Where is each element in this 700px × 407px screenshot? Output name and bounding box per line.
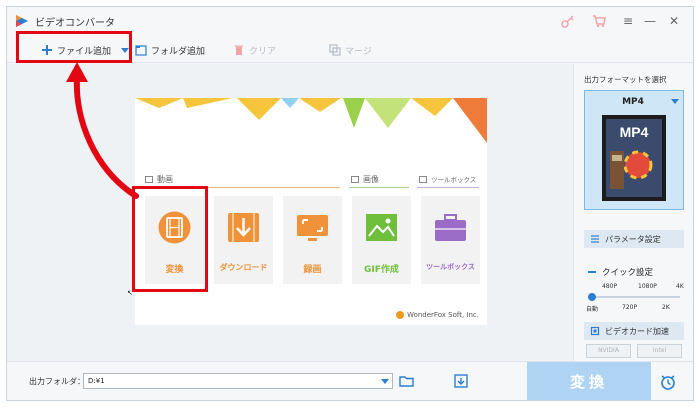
clear-label: クリア (249, 46, 277, 57)
section-video: 動画 (145, 174, 173, 185)
quick-label-auto: 自動 (586, 306, 599, 313)
quick-settings-title: クイック設定 (588, 266, 653, 278)
parameter-settings-button[interactable]: パラメータ設定 (584, 230, 684, 248)
output-format-heading: 出力フォーマットを選択 (584, 75, 667, 84)
screen-record-icon (297, 215, 328, 241)
output-folder-path: D:¥1 (88, 377, 105, 385)
quick-label-720p: 720P (622, 304, 638, 311)
image-section-line (349, 187, 409, 188)
quick-settings-knob[interactable] (588, 293, 596, 301)
brand-footer: WonderFox Soft, Inc. (396, 311, 479, 319)
quick-settings-icon (588, 271, 596, 273)
quick-settings-slider[interactable] (588, 293, 680, 301)
quick-label-480p: 480P (602, 283, 618, 290)
image-section-icon (351, 176, 359, 183)
import-icon[interactable] (453, 373, 469, 389)
add-file-button[interactable]: ファイル追加 (41, 41, 130, 59)
format-selector[interactable]: MP4 MP4 (584, 90, 684, 210)
output-format-panel: 出力フォーマットを選択 MP4 MP4 パラメータ設定 クイック設定 480P … (573, 64, 693, 361)
toolbox-section-line (417, 187, 479, 188)
convert-button[interactable]: 変換 (527, 362, 651, 400)
tile-convert-label: 変換 (165, 265, 184, 275)
film-icon (158, 211, 191, 244)
add-folder-button[interactable]: フォルダ追加 (135, 41, 205, 59)
video-section-line (143, 187, 340, 188)
close-icon[interactable]: ✕ (665, 12, 683, 30)
chip-icon (590, 326, 600, 336)
merge-icon (329, 44, 341, 56)
format-name: MP4 (622, 97, 644, 107)
plus-icon (42, 45, 52, 55)
tile-download[interactable]: ダウンロード (214, 196, 273, 284)
sliders-icon (591, 235, 599, 243)
bottom-bar: 出力フォルダ： D:¥1 変換 (7, 361, 693, 400)
download-icon (228, 213, 259, 242)
add-folder-label: フォルダ追加 (151, 46, 206, 57)
quick-settings-label: クイック設定 (602, 268, 654, 278)
tile-record[interactable]: 録画 (283, 196, 342, 284)
merge-button[interactable]: マージ (329, 41, 372, 59)
quick-label-4k: 4K (676, 283, 684, 290)
clear-button[interactable]: クリア (233, 41, 276, 59)
tile-gif[interactable]: GIF作成 (352, 196, 411, 284)
brand-text: WonderFox Soft, Inc. (407, 311, 479, 319)
alarm-clock-icon[interactable] (659, 373, 677, 391)
quick-label-2k: 2K (662, 304, 670, 311)
image-icon (366, 214, 397, 241)
mouse-cursor-icon: ↖ (127, 289, 133, 297)
intel-chip[interactable]: Intel (637, 344, 682, 358)
video-section-icon (145, 176, 153, 183)
toolbox-section-icon (419, 175, 427, 183)
section-image: 画像 (351, 174, 379, 185)
chevron-down-icon (671, 99, 679, 104)
section-video-label: 動画 (157, 175, 173, 184)
section-toolbox: ツールボックス (419, 174, 476, 184)
parameter-settings-label: パラメータ設定 (605, 234, 661, 244)
title-bar: ビデオコンバータ ≡ — ✕ (7, 7, 693, 36)
tile-toolbox-label: ツールボックス (426, 263, 475, 271)
output-folder-label: 出力フォルダ： (29, 377, 85, 386)
tile-toolbox[interactable]: ツールボックス (421, 196, 480, 284)
decorative-banner (135, 98, 487, 143)
cart-icon[interactable] (591, 13, 607, 29)
folder-add-icon (135, 45, 147, 56)
thumb-text: MP4 (620, 124, 649, 140)
window-title: ビデオコンバータ (35, 18, 115, 29)
add-file-label: ファイル追加 (57, 46, 112, 57)
welcome-panel: 動画 画像 ツールボックス 変換 ダウンロード 録画 GIF作成 ツールボックス… (135, 98, 487, 325)
app-window: ビデオコンバータ ≡ — ✕ ファイル追加 フォルダ追加 クリア マージ 動画 … (6, 6, 694, 401)
section-image-label: 画像 (363, 175, 379, 184)
menu-icon[interactable]: ≡ (619, 12, 637, 30)
toolbox-icon (435, 214, 466, 241)
tile-record-label: 録画 (303, 265, 322, 275)
merge-label: マージ (345, 46, 372, 57)
tile-convert[interactable]: 変換 (145, 196, 204, 284)
wonderfox-logo-icon (396, 311, 405, 319)
app-logo-icon (16, 15, 28, 27)
main-area: 動画 画像 ツールボックス 変換 ダウンロード 録画 GIF作成 ツールボックス… (7, 64, 573, 361)
quick-label-1080p: 1080P (638, 283, 657, 290)
section-toolbox-label: ツールボックス (431, 176, 477, 184)
tile-download-label: ダウンロード (219, 263, 268, 272)
folder-open-icon[interactable] (399, 373, 415, 389)
toolbar: ファイル追加 フォルダ追加 クリア マージ (7, 36, 693, 63)
gpu-acceleration-button[interactable]: ビデオカード加速 (584, 322, 684, 340)
trash-icon (235, 45, 243, 55)
tile-gif-label: GIF作成 (364, 265, 399, 275)
chevron-down-icon[interactable] (121, 47, 130, 53)
chevron-down-icon[interactable] (381, 379, 389, 384)
output-folder-field[interactable]: D:¥1 (83, 373, 393, 389)
gpu-acceleration-label: ビデオカード加速 (605, 326, 669, 336)
nvidia-chip[interactable]: NVIDIA (586, 344, 631, 358)
mp4-format-thumbnail-icon: MP4 (602, 115, 666, 201)
key-icon[interactable] (560, 13, 576, 29)
minimize-icon[interactable]: — (641, 12, 659, 30)
